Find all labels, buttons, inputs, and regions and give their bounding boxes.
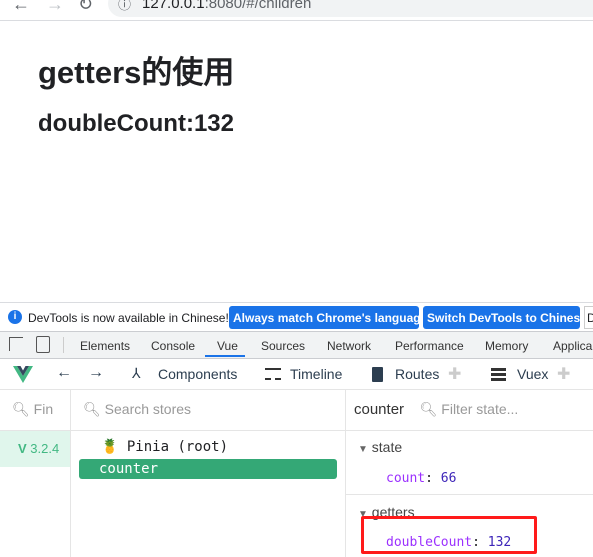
state-section-toggle[interactable]: ▼ state	[358, 439, 402, 455]
page-title: getters的使用	[38, 55, 235, 90]
tab-vue[interactable]: Vue	[217, 339, 238, 353]
state-row-count[interactable]: count: 66	[386, 471, 456, 486]
divider	[346, 494, 593, 495]
filter-state-input[interactable]: Filter state...	[441, 401, 518, 417]
apps-search[interactable]: 🔍︎ Fin	[0, 390, 70, 431]
infobar-message: DevTools is now available in Chinese!	[28, 311, 229, 325]
divider	[63, 337, 64, 353]
components-tab[interactable]: Components	[158, 366, 237, 382]
forward-icon[interactable]: →	[46, 0, 64, 15]
tab-application[interactable]: Applica	[553, 339, 592, 353]
state-inspector: counter 🔍︎ Filter state... ▼ state count…	[346, 390, 593, 557]
vuex-icon	[491, 368, 506, 381]
timeline-tab[interactable]: Timeline	[290, 366, 342, 382]
highlight-box	[361, 516, 537, 554]
double-count-text: doubleCount:132	[38, 110, 234, 137]
vue-version: 3.2.4	[30, 441, 60, 456]
timeline-icon	[265, 368, 281, 380]
pineapple-icon: 🍍	[101, 439, 119, 455]
plugin-icon: ✚	[448, 366, 462, 383]
url-text[interactable]: 127.0.0.1:8080/#/children	[142, 0, 311, 12]
switch-devtools-chinese-button[interactable]: Switch DevTools to Chinese	[423, 306, 587, 329]
routes-icon	[372, 367, 383, 382]
inspector-title: counter	[354, 401, 405, 418]
tab-memory[interactable]: Memory	[485, 339, 528, 353]
store-counter-label: counter	[99, 461, 159, 477]
store-item-root[interactable]: 🍍 Pinia (root)	[101, 439, 228, 455]
inspect-element-icon[interactable]	[9, 337, 23, 351]
state-label: state	[371, 439, 403, 455]
caret-down-icon: ▼	[358, 444, 368, 455]
state-value: 66	[440, 471, 457, 486]
tab-elements[interactable]: Elements	[80, 339, 130, 353]
routes-tab[interactable]: Routes	[395, 366, 439, 382]
stores-panel: 🔍︎ Search stores 🍍 Pinia (root) counter	[71, 390, 346, 557]
info-icon[interactable]: ⓘ	[118, 0, 131, 13]
forward-icon[interactable]: →	[88, 364, 104, 382]
tab-performance[interactable]: Performance	[395, 339, 464, 353]
vuex-tab[interactable]: Vuex	[517, 366, 548, 382]
find-app-input[interactable]: Fin	[34, 401, 53, 417]
reload-icon[interactable]: ↻	[78, 0, 93, 15]
app-item[interactable]: V 3.2.4	[0, 431, 70, 467]
state-key: count	[386, 471, 426, 486]
store-root-label: Pinia (root)	[126, 439, 229, 455]
tab-console[interactable]: Console	[151, 339, 195, 353]
url-path: :8080/#/children	[204, 0, 312, 12]
device-toolbar-icon[interactable]	[36, 336, 50, 353]
search-icon: 🔍︎	[12, 401, 30, 417]
url-host: 127.0.0.1	[142, 0, 205, 12]
vue-logo-icon	[13, 366, 33, 383]
back-icon[interactable]: ←	[56, 364, 72, 382]
info-icon: i	[8, 310, 22, 324]
stores-search[interactable]: 🔍︎ Search stores	[71, 390, 345, 431]
vue-logo-icon: V	[18, 441, 27, 456]
apps-panel: 🔍︎ Fin V 3.2.4	[0, 390, 71, 557]
vue-devtools-toolbar: ← → ⅄ Components Timeline Routes ✚ Vuex …	[0, 359, 593, 390]
always-match-language-button[interactable]: Always match Chrome's language	[229, 306, 427, 329]
search-stores-input[interactable]: Search stores	[105, 401, 191, 417]
search-icon: 🔍︎	[419, 401, 438, 417]
tab-network[interactable]: Network	[327, 339, 371, 353]
dont-show-again-button[interactable]: D	[584, 306, 593, 329]
tab-sources[interactable]: Sources	[261, 339, 305, 353]
devtools-tab-bar: Elements Console Vue Sources Network Per…	[0, 331, 593, 359]
store-item-counter[interactable]: counter	[79, 459, 337, 479]
active-tab-indicator	[205, 355, 245, 357]
devtools-language-infobar: i DevTools is now available in Chinese! …	[0, 302, 593, 331]
back-icon[interactable]: ←	[12, 0, 30, 15]
search-icon: 🔍︎	[83, 401, 101, 417]
plugin-icon: ✚	[557, 366, 571, 383]
browser-toolbar: ← → ↻ ⓘ 127.0.0.1:8080/#/children	[0, 0, 593, 21]
components-icon: ⅄	[132, 365, 141, 381]
